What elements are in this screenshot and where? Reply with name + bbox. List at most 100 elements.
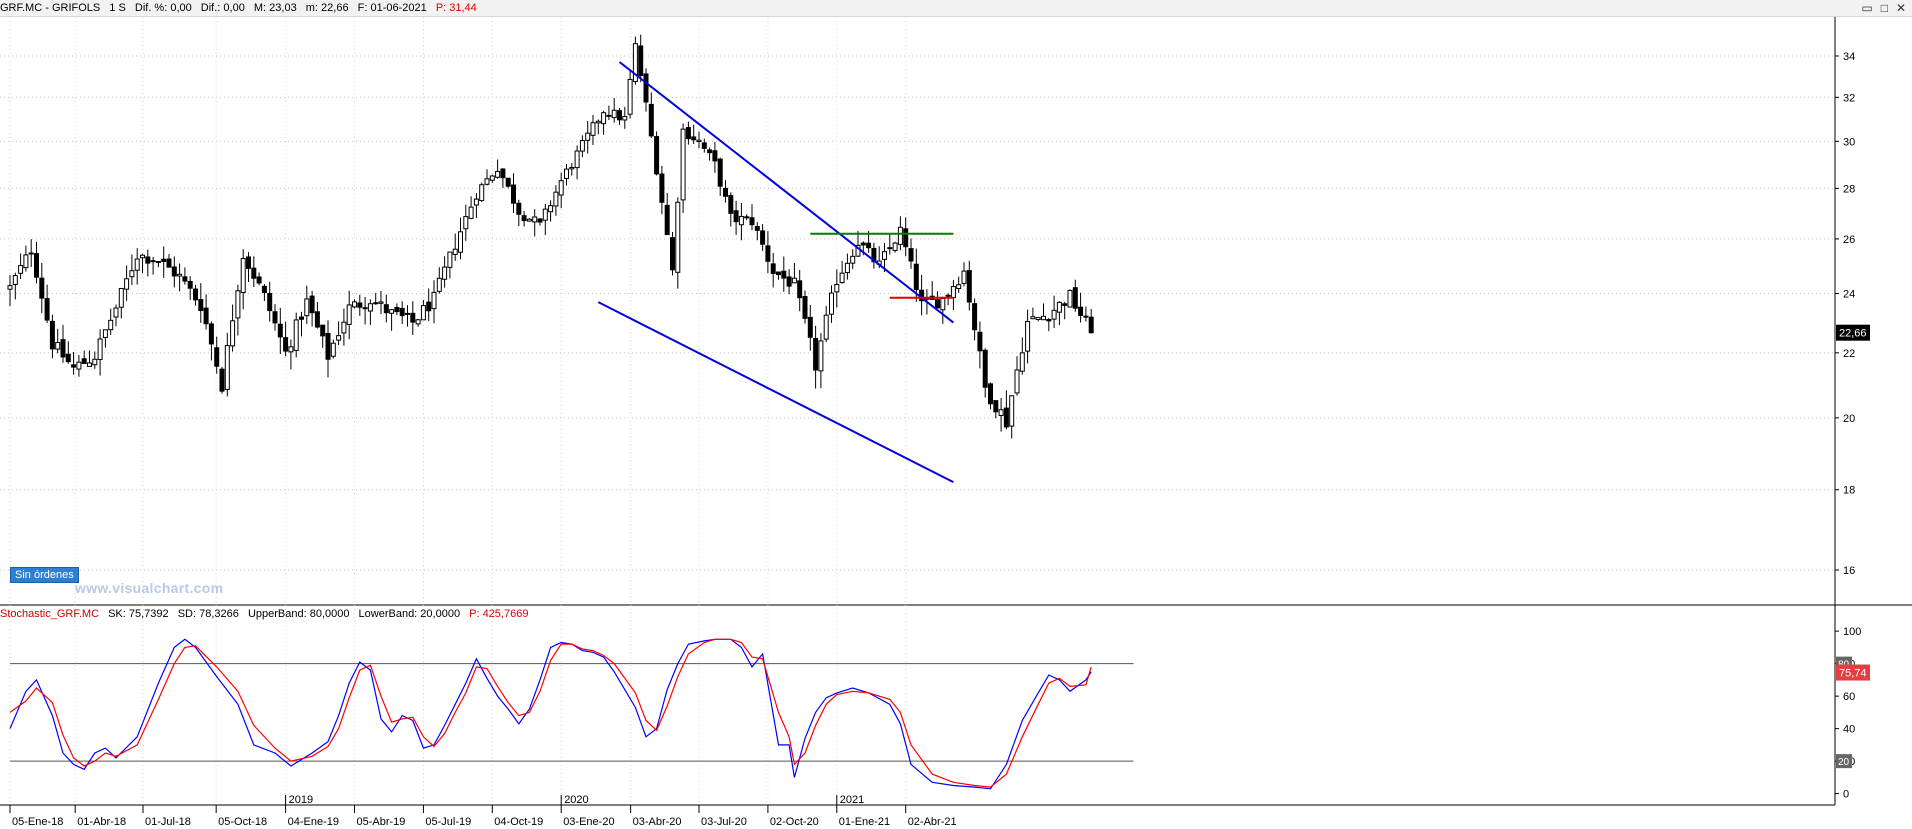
price-tick-label: 22 (1843, 348, 1855, 360)
candle-body (526, 218, 532, 222)
candle-body (1051, 309, 1057, 320)
price-tick-label: 30 (1843, 136, 1855, 148)
candle-body (807, 316, 813, 338)
candle-body (357, 302, 363, 308)
candle-body (320, 324, 326, 337)
candle-body (161, 258, 167, 262)
candle-body (569, 166, 575, 170)
candle-body (362, 307, 368, 310)
chart-window: GRF.MC - GRIFOLS 1 S Dif. %: 0,00 Dif.: … (0, 0, 1912, 829)
price-tick-label: 24 (1843, 289, 1855, 301)
lower-band-label: LowerBand: 20,0000 (358, 608, 461, 620)
candle-body (1025, 321, 1031, 352)
candle-body (124, 278, 130, 290)
candle-body (935, 299, 940, 309)
candle-body (988, 383, 993, 405)
candle-body (293, 319, 299, 351)
candle-body (611, 109, 617, 119)
candle-body (187, 280, 193, 289)
candle-body (367, 303, 373, 312)
time-tick-label: 02-Oct-20 (770, 816, 819, 828)
candle-body (1072, 287, 1078, 309)
candle-body (44, 298, 50, 321)
candle-body (272, 311, 278, 324)
candle-body (97, 338, 103, 360)
candle-body (564, 168, 569, 179)
candle-body (420, 305, 426, 321)
time-tick-label: 05-Ene-18 (12, 816, 63, 828)
candle-body (738, 215, 744, 226)
candle-body (754, 225, 760, 231)
candle-body (590, 122, 596, 136)
candle-body (966, 270, 972, 303)
candles-group (7, 34, 1094, 439)
candle-body (458, 231, 463, 253)
candle-body (336, 335, 342, 341)
candle-body (394, 306, 400, 313)
candle-body (1078, 306, 1084, 316)
stochastic-header: Stochastic_GRF.MC SK: 75,7392 SD: 78,326… (0, 606, 1830, 622)
candle-body (18, 265, 24, 274)
candle-body (28, 252, 34, 255)
candle-body (717, 158, 723, 187)
time-tick-label: 05-Oct-18 (218, 816, 267, 828)
candle-body (256, 276, 262, 284)
candle-body (150, 260, 156, 263)
candle-body (304, 298, 310, 317)
candle-body (675, 201, 681, 273)
candle-body (733, 210, 739, 223)
candle-body (1003, 407, 1009, 428)
candle-body (728, 195, 734, 214)
time-tick-label: 05-Abr-19 (357, 816, 406, 828)
candle-body (601, 112, 607, 125)
candle-body (118, 287, 124, 308)
candle-body (664, 204, 670, 236)
time-tick-label: 01-Abr-18 (77, 816, 126, 828)
candle-body (791, 277, 797, 284)
price-tick-label: 28 (1843, 183, 1855, 195)
candle-body (1046, 318, 1052, 322)
price-tick-label: 32 (1843, 92, 1855, 104)
candle-body (627, 78, 633, 115)
candle-body (198, 299, 204, 312)
candle-body (505, 177, 511, 187)
stoch-tick-label: 60 (1843, 691, 1855, 703)
candle-body (903, 228, 909, 248)
candle-body (834, 284, 840, 293)
candle-body (373, 302, 379, 305)
time-tick-label: 03-Jul-20 (701, 816, 747, 828)
candle-body (108, 319, 114, 331)
candle-body (940, 298, 946, 311)
candle-body (595, 120, 601, 124)
candle-body (299, 316, 304, 320)
candle-body (500, 168, 506, 179)
candle-body (383, 304, 389, 314)
sd-line (9, 638, 1092, 788)
candle-body (723, 187, 728, 197)
price-tick-label: 20 (1843, 413, 1855, 425)
time-tick-label: 03-Ene-20 (563, 816, 614, 828)
candle-body (548, 205, 554, 213)
candle-body (579, 140, 585, 152)
candle-body (230, 320, 236, 347)
orders-badge[interactable]: Sin órdenes (10, 567, 79, 583)
stoch-tick-label: 40 (1843, 724, 1855, 736)
candle-body (171, 266, 177, 277)
candle-body (913, 263, 919, 291)
candle-body (749, 217, 755, 226)
candle-body (744, 216, 750, 219)
chart-canvas[interactable]: 3432302826242220181605-Ene-18 01-Abr-18 01… (0, 0, 1912, 829)
candle-body (802, 296, 808, 319)
candle-body (617, 110, 622, 121)
candle-body (267, 292, 273, 312)
candle-body (1035, 317, 1041, 320)
price-tick-label: 26 (1843, 234, 1855, 246)
year-label: 2021 (840, 794, 864, 806)
candle-body (134, 258, 140, 271)
candle-body (60, 339, 66, 358)
stoch-tick-label: 0 (1843, 789, 1849, 801)
candle-body (34, 253, 39, 278)
candle-body (182, 276, 188, 282)
stoch-current-tag-label: 75,74 (1839, 668, 1867, 680)
lower-band-tag-label: 20 (1838, 757, 1850, 768)
